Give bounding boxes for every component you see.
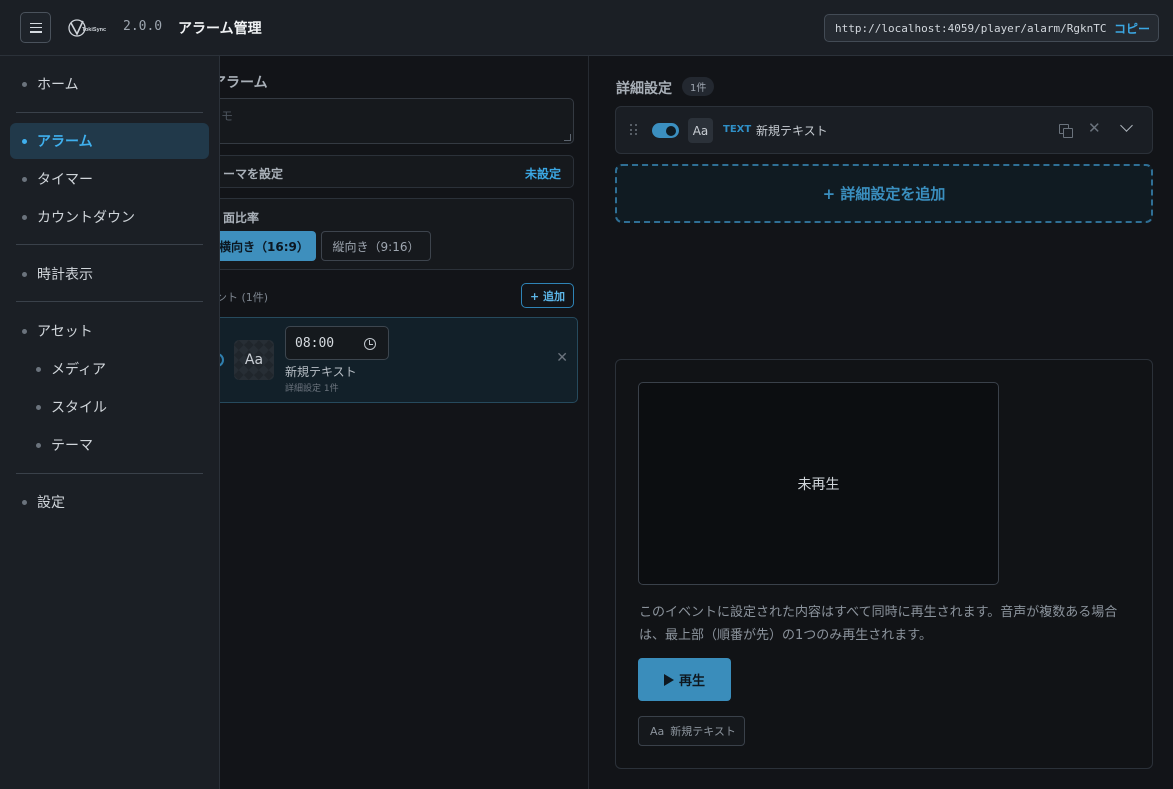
divider bbox=[16, 473, 203, 474]
text-type-icon: Aa bbox=[688, 118, 713, 143]
sidebar-item-label: タイマー bbox=[37, 172, 93, 188]
alarm-memo-textarea[interactable]: モ bbox=[200, 98, 574, 144]
detail-item-card[interactable]: Aa TEXT 新規テキスト ✕ bbox=[615, 106, 1153, 154]
close-icon[interactable]: ✕ bbox=[556, 350, 568, 366]
sidebar-item-label: 設定 bbox=[37, 495, 65, 511]
preview-status: 未再生 bbox=[797, 476, 840, 493]
hamburger-icon bbox=[29, 22, 42, 33]
play-icon bbox=[663, 673, 674, 686]
sidebar-item-label: スタイル bbox=[51, 400, 107, 416]
event-name: 新規テキスト bbox=[285, 365, 357, 379]
detail-type-label: TEXT bbox=[723, 124, 752, 135]
events-count-label: ント (1件) bbox=[216, 291, 269, 304]
tokisync-logo: TokiSync bbox=[68, 19, 106, 37]
bullet-icon bbox=[36, 366, 41, 372]
bullet-icon bbox=[22, 214, 27, 220]
sidebar-item-label: カウントダウン bbox=[37, 210, 135, 226]
sidebar-item-style[interactable]: スタイル bbox=[36, 397, 107, 417]
event-time-value: 08:00 bbox=[295, 335, 335, 351]
add-event-button[interactable]: + 追加 bbox=[521, 283, 574, 308]
alarm-section-heading: アラーム bbox=[212, 75, 268, 91]
detail-count-badge: 1件 bbox=[682, 77, 715, 96]
aspect-portrait-button[interactable]: 縦向き（9:16） bbox=[321, 231, 431, 261]
detail-item-name: 新規テキスト bbox=[756, 124, 828, 138]
event-detail-count: 詳細設定 1件 bbox=[285, 384, 339, 394]
bullet-icon bbox=[22, 271, 27, 277]
logo-text: TokiSync bbox=[82, 27, 106, 33]
bullet-icon bbox=[22, 138, 27, 144]
sidebar-item-label: アセット bbox=[37, 324, 93, 340]
sidebar-item-settings[interactable]: 設定 bbox=[22, 492, 65, 512]
sidebar-item-theme[interactable]: テーマ bbox=[36, 435, 93, 455]
preview-chip-label: 新規テキスト bbox=[670, 725, 736, 738]
play-label: 再生 bbox=[678, 674, 705, 689]
drag-handle-icon[interactable] bbox=[630, 124, 638, 136]
sidebar-item-label: ホーム bbox=[37, 77, 79, 93]
event-card[interactable]: Aa 08:00 新規テキスト 詳細設定 1件 ✕ bbox=[200, 317, 578, 403]
memo-placeholder: モ bbox=[221, 109, 234, 123]
delete-icon[interactable]: ✕ bbox=[1088, 119, 1101, 137]
bullet-icon bbox=[22, 328, 27, 334]
resize-handle[interactable] bbox=[564, 134, 571, 141]
sidebar-item-clock[interactable]: 時計表示 bbox=[22, 264, 93, 284]
detail-heading: 詳細設定 bbox=[616, 81, 672, 97]
bullet-icon bbox=[36, 404, 41, 410]
version-label: 2.0.0 bbox=[123, 19, 163, 34]
bullet-icon bbox=[22, 499, 27, 505]
top-bar: TokiSync 2.0.0 アラーム管理 http://localhost:4… bbox=[0, 0, 1173, 56]
copy-url-button[interactable]: コピー bbox=[1114, 20, 1150, 37]
menu-button[interactable] bbox=[20, 12, 51, 43]
player-url-box: http://localhost:4059/player/alarm/RgknT… bbox=[824, 14, 1159, 42]
sidebar-item-home[interactable]: ホーム bbox=[22, 74, 79, 94]
sidebar: ホーム アラーム タイマー カウントダウン 時計表示 アセット メディア スタイ… bbox=[0, 56, 220, 789]
duplicate-icon[interactable] bbox=[1059, 124, 1073, 138]
sidebar-item-countdown[interactable]: カウントダウン bbox=[22, 207, 135, 227]
sidebar-item-label: メディア bbox=[51, 362, 107, 378]
theme-label: ーマを設定 bbox=[223, 167, 284, 181]
divider bbox=[16, 244, 203, 245]
theme-value[interactable]: 未設定 bbox=[525, 165, 561, 182]
theme-setting-row[interactable]: ーマを設定 未設定 bbox=[200, 155, 574, 188]
preview-item-chip[interactable]: Aa 新規テキスト bbox=[638, 716, 745, 746]
text-thumbnail: Aa bbox=[234, 340, 274, 380]
aspect-ratio-label: 面比率 bbox=[223, 211, 260, 225]
aspect-ratio-section: 面比率 横向き（16:9） 縦向き（9:16） bbox=[200, 198, 574, 270]
bullet-icon bbox=[22, 176, 27, 182]
aspect-landscape-button[interactable]: 横向き（16:9） bbox=[207, 231, 316, 261]
bullet-icon bbox=[36, 442, 41, 448]
divider bbox=[16, 301, 203, 302]
sidebar-item-label: アラーム bbox=[37, 134, 93, 150]
preview-description: このイベントに設定された内容はすべて同時に再生されます。音声が複数ある場合は、最… bbox=[639, 605, 1118, 643]
preview-screen: 未再生 bbox=[638, 382, 999, 585]
chevron-down-icon[interactable] bbox=[1120, 119, 1133, 132]
clock-icon[interactable] bbox=[364, 338, 376, 350]
sidebar-item-label: 時計表示 bbox=[37, 267, 93, 283]
add-detail-button[interactable]: + 詳細設定を追加 bbox=[615, 164, 1153, 223]
play-button[interactable]: 再生 bbox=[638, 658, 731, 701]
player-url[interactable]: http://localhost:4059/player/alarm/RgknT… bbox=[835, 22, 1107, 35]
text-type-icon: Aa bbox=[650, 724, 665, 738]
bullet-icon bbox=[22, 81, 27, 87]
sidebar-item-assets[interactable]: アセット bbox=[22, 321, 93, 341]
page-title: アラーム管理 bbox=[178, 21, 262, 37]
event-time-input[interactable]: 08:00 bbox=[285, 326, 389, 360]
sidebar-item-alarm[interactable]: アラーム bbox=[10, 123, 209, 159]
sidebar-item-label: テーマ bbox=[51, 438, 93, 454]
preview-panel: 未再生 このイベントに設定された内容はすべて同時に再生されます。音声が複数ある場… bbox=[615, 359, 1153, 769]
enable-toggle[interactable] bbox=[652, 123, 679, 138]
sidebar-item-media[interactable]: メディア bbox=[36, 359, 106, 379]
sidebar-item-timer[interactable]: タイマー bbox=[22, 169, 93, 189]
divider bbox=[16, 112, 203, 113]
